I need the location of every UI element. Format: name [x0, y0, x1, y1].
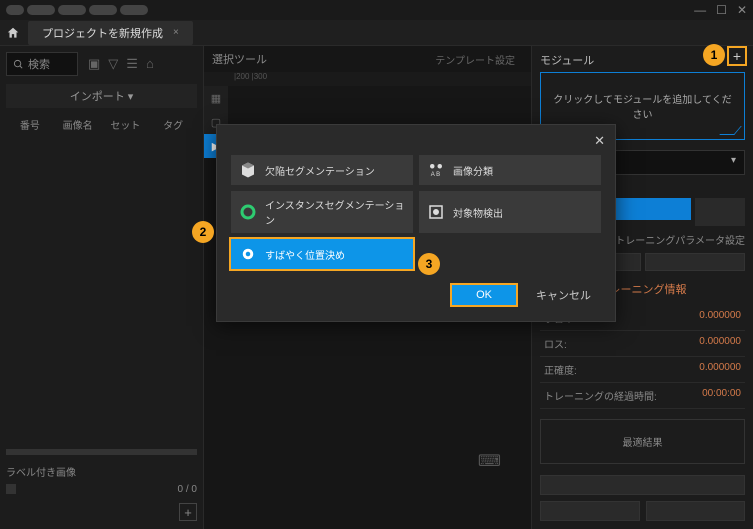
option-object-detection[interactable]: 対象物検出	[419, 191, 601, 233]
add-label-button[interactable]: +	[179, 503, 197, 521]
grid-icon[interactable]: ⌂	[146, 56, 154, 72]
import-button[interactable]: インポート ▾	[6, 84, 197, 108]
left-scrollbar[interactable]	[6, 449, 197, 455]
project-tab-label: プロジェクトを新規作成	[42, 25, 163, 41]
callout-marker-1: 1	[703, 44, 725, 66]
select-tool-label: 選択ツール	[212, 51, 267, 67]
left-panel: 検索 ▣ ▽ ☰ ⌂ インポート ▾ 番号 画像名 セット タグ ラベル付き画像…	[0, 46, 204, 529]
horizontal-ruler: |200 |300	[204, 72, 531, 86]
class-icon: A B	[427, 161, 445, 179]
cube-icon	[239, 161, 257, 179]
col-tag: タグ	[149, 114, 197, 135]
option-quick-positioning[interactable]: すばやく位置決め	[229, 237, 415, 271]
svg-text:A B: A B	[431, 172, 440, 178]
col-name: 画像名	[54, 114, 102, 135]
image-add-icon[interactable]: ▣	[88, 56, 100, 72]
callout-marker-2: 2	[192, 221, 214, 243]
dialog-cancel-button[interactable]: キャンセル	[526, 283, 601, 307]
secondary-action-bar[interactable]	[695, 198, 745, 226]
filter-icon[interactable]: ▽	[108, 56, 118, 72]
titlebar-pills	[6, 5, 148, 15]
param-slot-2[interactable]	[645, 253, 746, 271]
ring-icon	[239, 203, 257, 221]
col-number: 番号	[6, 114, 54, 135]
titlebar: — ☐ ✕	[0, 0, 753, 20]
window-minimize-icon[interactable]: —	[694, 3, 706, 17]
dialog-ok-button[interactable]: OK	[450, 283, 518, 307]
train-row-acc: 正確度:0.000000	[540, 357, 745, 383]
list-headers: 番号 画像名 セット タグ	[6, 114, 197, 135]
train-row-time: トレーニングの経過時間:00:00:00	[540, 383, 745, 409]
window-maximize-icon[interactable]: ☐	[716, 3, 727, 17]
tool-layer-icon[interactable]: ▦	[204, 86, 228, 110]
search-input[interactable]: 検索	[6, 52, 78, 76]
option-defect-segmentation[interactable]: 欠陥セグメンテーション	[231, 155, 413, 185]
list-icon[interactable]: ☰	[126, 56, 138, 72]
tab-bar: プロジェクトを新規作成 ×	[0, 20, 753, 46]
tab-close-icon[interactable]: ×	[173, 27, 179, 38]
locate-icon	[239, 245, 257, 263]
option-instance-segmentation[interactable]: インスタンスセグメンテーション	[231, 191, 413, 233]
target-icon	[427, 203, 445, 221]
labeled-images-label: ラベル付き画像	[6, 461, 197, 482]
search-icon	[13, 59, 24, 70]
home-icon[interactable]	[6, 26, 20, 40]
chevron-down-icon: ▾	[731, 155, 736, 170]
add-module-button[interactable]: +	[727, 46, 747, 66]
window-close-icon[interactable]: ✕	[737, 3, 747, 17]
train-row-loss: ロス:0.000000	[540, 331, 745, 357]
module-title: モジュール	[540, 52, 594, 68]
label-color-swatch	[6, 484, 16, 494]
bottom-button-3[interactable]	[646, 501, 746, 521]
project-tab[interactable]: プロジェクトを新規作成 ×	[28, 21, 193, 45]
col-set: セット	[102, 114, 150, 135]
bottom-button-1[interactable]	[540, 475, 745, 495]
callout-marker-3: 3	[418, 253, 440, 275]
template-settings-button[interactable]: テンプレート設定	[427, 50, 523, 69]
option-image-classification[interactable]: A B 画像分類	[419, 155, 601, 185]
best-result-box[interactable]: 最適結果	[540, 419, 745, 464]
module-picker-dialog: ✕ 欠陥セグメンテーション A B 画像分類 インスタンスセグメンテーション 対…	[216, 124, 616, 322]
dialog-close-icon[interactable]: ✕	[594, 133, 605, 149]
keyboard-icon[interactable]: ⌨	[478, 451, 501, 471]
bottom-button-2[interactable]	[540, 501, 640, 521]
